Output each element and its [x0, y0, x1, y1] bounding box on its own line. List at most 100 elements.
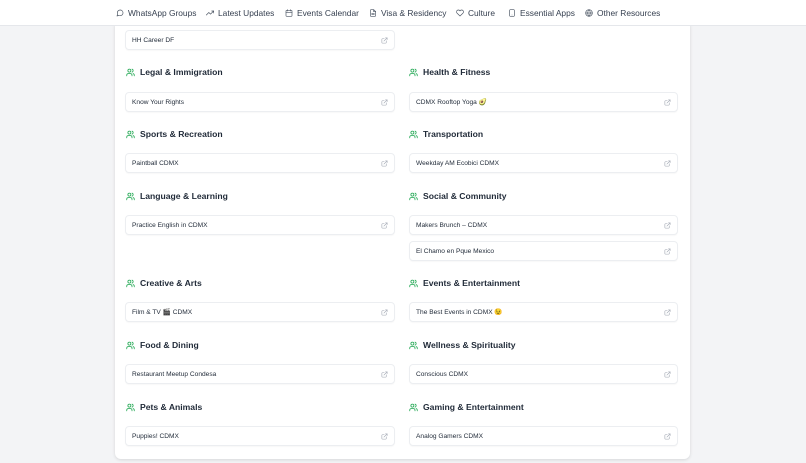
external-link-icon	[664, 371, 671, 377]
category-title: Pets & Animals	[140, 402, 203, 412]
nav-label: Latest Updates	[218, 8, 275, 18]
category-heading-language-learning: Language & Learning	[126, 190, 228, 202]
external-link-icon	[664, 433, 671, 439]
category-heading-events-entertainment: Events & Entertainment	[409, 277, 520, 289]
category-heading-gaming-entertainment: Gaming & Entertainment	[409, 401, 524, 413]
external-link-icon	[664, 248, 671, 254]
external-link-icon	[381, 99, 388, 105]
category-title: Food & Dining	[140, 340, 199, 350]
category-title: Gaming & Entertainment	[423, 402, 524, 412]
link-card-puppies[interactable]: Puppies! CDMX	[125, 426, 395, 446]
external-link-icon	[664, 222, 671, 228]
category-heading-transportation: Transportation	[409, 128, 483, 140]
category-heading-health-fitness: Health & Fitness	[409, 66, 490, 78]
file-text-icon	[370, 9, 376, 17]
link-label: Conscious CDMX	[416, 370, 469, 378]
category-heading-creative-arts: Creative & Arts	[126, 277, 202, 289]
nav-essential-apps[interactable]: Essential Apps	[508, 0, 575, 26]
nav-label: Events Calendar	[297, 8, 359, 18]
category-title: Creative & Arts	[140, 278, 202, 288]
category-title: Wellness & Spirituality	[423, 340, 516, 350]
link-card-practice-english[interactable]: Practice English in CDMX	[125, 215, 395, 235]
globe-icon	[585, 9, 593, 17]
link-label: Analog Gamers CDMX	[416, 432, 484, 440]
users-icon	[126, 130, 135, 138]
message-circle-icon	[116, 9, 124, 17]
users-icon	[126, 68, 135, 76]
link-label: Know Your Rights	[132, 98, 185, 106]
link-label: Restaurant Meetup Condesa	[132, 370, 217, 378]
users-icon	[409, 130, 418, 138]
external-link-icon	[664, 160, 671, 166]
nav-whatsapp-groups[interactable]: WhatsApp Groups	[116, 0, 196, 26]
nav-events-calendar[interactable]: Events Calendar	[285, 0, 359, 26]
nav-latest-updates[interactable]: Latest Updates	[206, 0, 274, 26]
link-label: The Best Events in CDMX 😉	[416, 309, 503, 316]
link-card-restaurant-meetup[interactable]: Restaurant Meetup Condesa	[125, 364, 395, 384]
nav-visa-residency[interactable]: Visa & Residency	[369, 0, 446, 26]
nav-label: Visa & Residency	[381, 8, 447, 18]
smartphone-icon	[509, 9, 515, 17]
external-link-icon	[381, 160, 388, 166]
nav-label: Essential Apps	[520, 8, 575, 18]
users-icon	[409, 279, 418, 287]
users-icon	[409, 403, 418, 411]
link-card-rooftop-yoga[interactable]: CDMX Rooftop Yoga 🥑	[409, 92, 678, 112]
nav-label: Culture	[468, 8, 495, 18]
link-card-paintball[interactable]: Paintball CDMX	[125, 153, 395, 173]
link-card-best-events[interactable]: The Best Events in CDMX 😉	[409, 302, 678, 322]
users-icon	[409, 192, 418, 200]
heart-icon	[456, 9, 464, 17]
category-title: Language & Learning	[140, 191, 228, 201]
link-card-conscious-cdmx[interactable]: Conscious CDMX	[409, 364, 678, 384]
resources-panel: HH Career DF Legal & Immigration Know Yo…	[115, 20, 690, 459]
external-link-icon	[381, 37, 388, 43]
link-label: HH Career DF	[132, 36, 175, 44]
link-label: Film & TV 🎬 CDMX	[132, 309, 193, 316]
users-icon	[409, 341, 418, 349]
nav-other-resources[interactable]: Other Resources	[585, 0, 660, 26]
category-heading-pets-animals: Pets & Animals	[126, 401, 202, 413]
users-icon	[126, 279, 135, 287]
link-label: Practice English in CDMX	[132, 221, 208, 229]
link-card-hh-career-df[interactable]: HH Career DF	[125, 30, 395, 50]
category-heading-legal-immigration: Legal & Immigration	[126, 66, 223, 78]
top-navigation: WhatsApp Groups Latest Updates Events Ca…	[0, 0, 806, 26]
users-icon	[126, 403, 135, 411]
category-title: Social & Community	[423, 191, 507, 201]
external-link-icon	[381, 222, 388, 228]
category-heading-food-dining: Food & Dining	[126, 339, 199, 351]
link-card-analog-gamers[interactable]: Analog Gamers CDMX	[409, 426, 678, 446]
category-title: Legal & Immigration	[140, 67, 223, 77]
external-link-icon	[664, 309, 671, 315]
category-title: Health & Fitness	[423, 67, 491, 77]
link-card-ecobici[interactable]: Weekday AM Ecobici CDMX	[409, 153, 678, 173]
nav-label: Other Resources	[597, 8, 661, 18]
users-icon	[126, 341, 135, 349]
external-link-icon	[381, 371, 388, 377]
category-title: Events & Entertainment	[423, 278, 520, 288]
link-label: CDMX Rooftop Yoga 🥑	[416, 99, 487, 106]
category-heading-sports-recreation: Sports & Recreation	[126, 128, 223, 140]
link-card-film-tv[interactable]: Film & TV 🎬 CDMX	[125, 302, 395, 322]
link-label: Puppies! CDMX	[132, 432, 179, 440]
category-heading-wellness-spirituality: Wellness & Spirituality	[409, 339, 516, 351]
link-label: Paintball CDMX	[132, 159, 179, 167]
external-link-icon	[664, 99, 671, 105]
category-heading-social-community: Social & Community	[409, 190, 507, 202]
external-link-icon	[381, 309, 388, 315]
category-title: Sports & Recreation	[140, 129, 223, 139]
link-label: El Chamo en Pque Mexico	[416, 247, 495, 255]
link-card-el-chamo[interactable]: El Chamo en Pque Mexico	[409, 241, 678, 261]
category-title: Transportation	[423, 129, 484, 139]
users-icon	[126, 192, 135, 200]
users-icon	[409, 68, 418, 76]
external-link-icon	[381, 433, 388, 439]
trending-up-icon	[206, 10, 214, 16]
nav-culture[interactable]: Culture	[456, 0, 495, 26]
calendar-icon	[285, 9, 293, 17]
nav-label: WhatsApp Groups	[128, 8, 197, 18]
link-card-makers-brunch[interactable]: Makers Brunch – CDMX	[409, 215, 678, 235]
link-card-know-your-rights[interactable]: Know Your Rights	[125, 92, 395, 112]
link-label: Weekday AM Ecobici CDMX	[416, 159, 500, 167]
